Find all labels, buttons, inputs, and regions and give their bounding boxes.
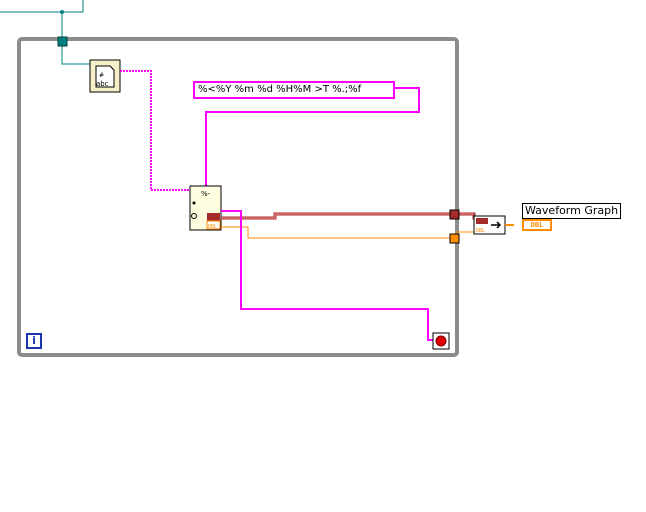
node-top-text: %- — [201, 190, 211, 198]
path-wire[interactable] — [0, 0, 84, 40]
string-wire-stop[interactable] — [221, 210, 434, 341]
waveform-graph-terminal[interactable]: DBL — [522, 219, 552, 231]
loop-tunnel-error[interactable] — [449, 209, 460, 220]
path-wire-inner[interactable] — [61, 46, 90, 65]
stop-condition-icon — [435, 335, 447, 347]
stop-condition-terminal[interactable] — [432, 332, 450, 350]
loop-tunnel-path[interactable] — [57, 36, 68, 47]
svg-text:DBL: DBL — [476, 228, 485, 234]
iteration-terminal[interactable]: i — [26, 333, 42, 349]
block-diagram: # abc %- DBL DBL — [0, 0, 514, 357]
build-waveform-node[interactable]: DBL — [473, 215, 506, 235]
svg-text:abc: abc — [96, 80, 109, 88]
string-wire-filepath[interactable] — [120, 70, 190, 191]
loop-tunnel-dbl[interactable] — [449, 233, 460, 244]
error-wire[interactable] — [221, 212, 478, 220]
dbl-wire[interactable] — [221, 226, 480, 239]
waveform-graph-label[interactable]: Waveform Graph — [522, 203, 622, 219]
graph-terminal-type: DBL — [530, 221, 544, 229]
node-dbl-label: DBL — [208, 224, 217, 230]
wire-junction — [60, 10, 64, 14]
format-string-constant[interactable]: %<%Y %m %d %H%M >T %.;%f — [193, 81, 395, 99]
svg-text:#: # — [99, 72, 104, 79]
file-dialog-node[interactable]: # abc — [89, 59, 121, 93]
string-wire-format[interactable] — [205, 87, 420, 188]
read-spreadsheet-file-node[interactable]: %- DBL — [189, 185, 222, 231]
